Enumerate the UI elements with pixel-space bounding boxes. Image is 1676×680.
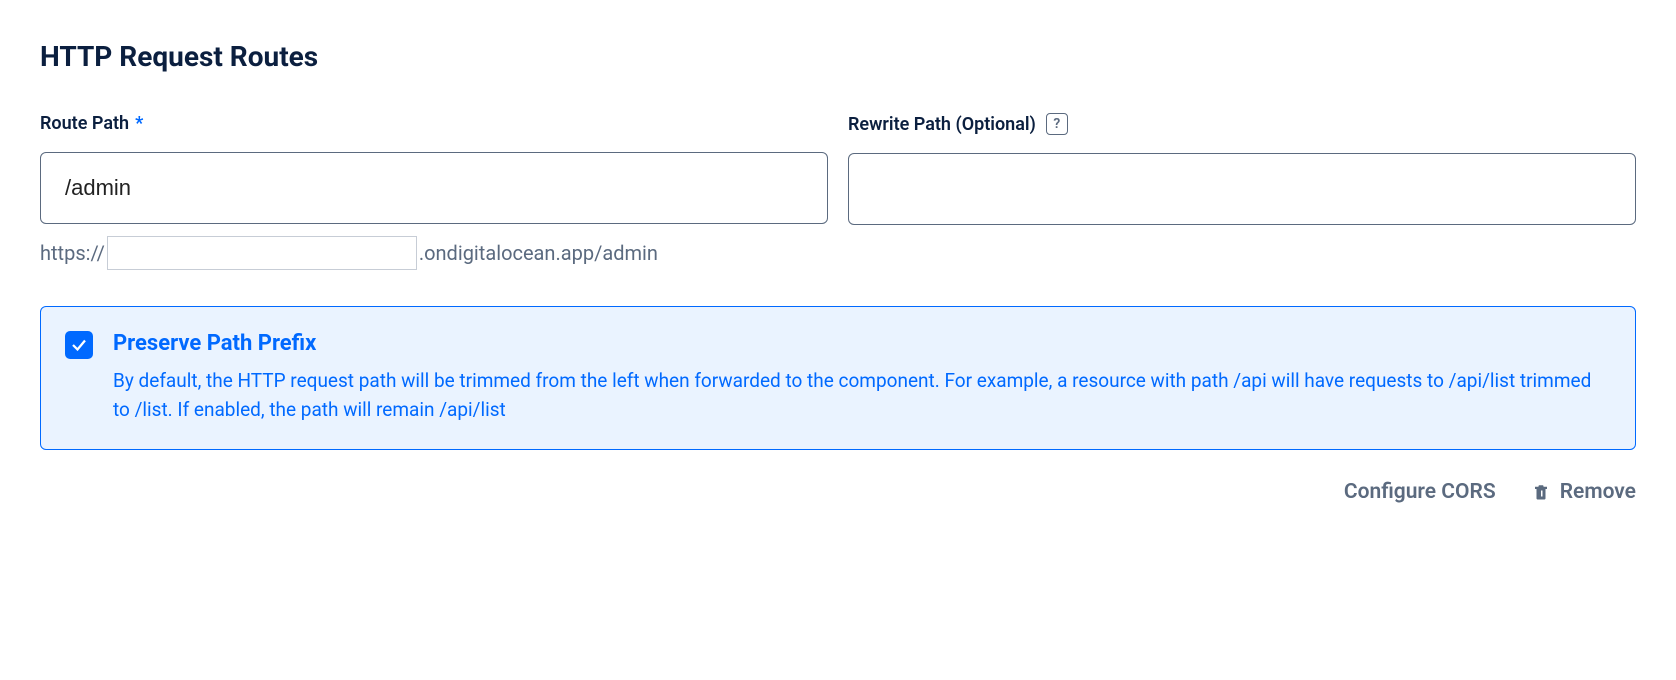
- rewrite-path-input[interactable]: [848, 153, 1636, 225]
- configure-cors-label: Configure CORS: [1344, 480, 1496, 504]
- preserve-prefix-text: Preserve Path Prefix By default, the HTT…: [113, 331, 1611, 425]
- rewrite-path-label: Rewrite Path (Optional) ?: [848, 113, 1636, 135]
- preserve-prefix-checkbox[interactable]: [65, 331, 93, 359]
- help-icon[interactable]: ?: [1046, 113, 1068, 135]
- preserve-prefix-panel: Preserve Path Prefix By default, the HTT…: [40, 306, 1636, 450]
- checkmark-icon: [70, 336, 88, 354]
- rewrite-path-label-text: Rewrite Path (Optional): [848, 114, 1036, 135]
- required-indicator: *: [135, 113, 143, 134]
- url-prefix: https://: [40, 243, 105, 263]
- route-path-input[interactable]: [40, 152, 828, 224]
- url-suffix: .ondigitalocean.app/admin: [419, 243, 658, 263]
- trash-icon: [1532, 482, 1550, 502]
- remove-label: Remove: [1560, 480, 1636, 504]
- page-title: HTTP Request Routes: [40, 40, 1636, 73]
- route-path-field: Route Path * https:// .ondigitalocean.app…: [40, 113, 828, 270]
- preserve-prefix-title: Preserve Path Prefix: [113, 331, 1611, 356]
- configure-cors-button[interactable]: Configure CORS: [1344, 480, 1496, 504]
- rewrite-path-field: Rewrite Path (Optional) ?: [848, 113, 1636, 270]
- remove-button[interactable]: Remove: [1532, 480, 1636, 504]
- route-path-label-text: Route Path: [40, 113, 129, 134]
- route-path-label: Route Path *: [40, 113, 828, 134]
- actions-row: Configure CORS Remove: [40, 480, 1636, 504]
- url-preview: https:// .ondigitalocean.app/admin: [40, 236, 828, 270]
- preserve-prefix-description: By default, the HTTP request path will b…: [113, 366, 1611, 425]
- url-subdomain-box: [107, 236, 417, 270]
- fields-row: Route Path * https:// .ondigitalocean.app…: [40, 113, 1636, 270]
